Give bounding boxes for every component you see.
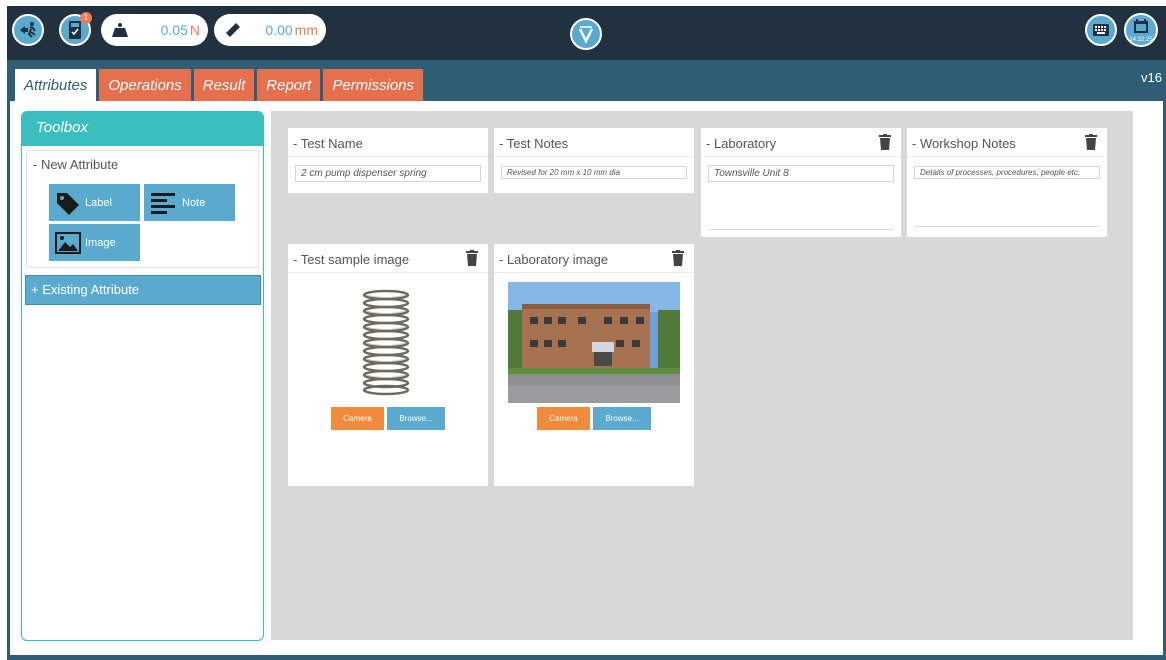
- laboratory-card: - Laboratory Townsville Unit 8: [701, 128, 901, 237]
- laboratory-input[interactable]: Townsville Unit 8: [708, 165, 894, 182]
- calendar-icon: [1134, 19, 1148, 33]
- image-icon: [55, 231, 81, 254]
- card-divider: [288, 156, 488, 157]
- add-label-text: Label: [85, 196, 112, 209]
- card-divider: [907, 156, 1107, 157]
- content-panel: Toolbox - New Attribute Label Note Image…: [10, 101, 1163, 655]
- tab-report[interactable]: Report: [257, 69, 321, 101]
- tab-attributes[interactable]: Attributes: [15, 69, 97, 101]
- device-button[interactable]: 1: [59, 12, 92, 46]
- calendar-button[interactable]: 14:32:25: [1124, 13, 1158, 47]
- tab-operations[interactable]: Operations: [99, 69, 191, 101]
- workshop-notes-input[interactable]: Details of processes, procedures, people…: [914, 166, 1100, 179]
- delete-laboratory-image-icon[interactable]: [672, 250, 684, 266]
- running-exit-icon: [20, 22, 36, 38]
- delete-workshop-notes-icon[interactable]: [1085, 134, 1097, 150]
- weight-icon: [109, 19, 131, 41]
- version-label: v16: [1141, 70, 1162, 85]
- test-name-title[interactable]: - Test Name: [293, 136, 363, 151]
- keyboard-icon: [1093, 24, 1109, 36]
- spring-image: [362, 289, 410, 396]
- tab-permissions[interactable]: Permissions: [323, 69, 423, 101]
- delete-test-sample-image-icon[interactable]: [466, 250, 478, 266]
- existing-attribute-toggle[interactable]: + Existing Attribute: [25, 275, 261, 305]
- exit-button[interactable]: [12, 14, 44, 46]
- top-bar: 1 0.05 N 0.00 mm 14:32:25: [7, 6, 1166, 60]
- test-name-card: - Test Name 2 cm pump dispenser spring: [288, 128, 488, 193]
- notification-badge: 1: [80, 12, 92, 24]
- logo-v-icon: [578, 26, 594, 44]
- new-attribute-section: - New Attribute Label Note Image: [26, 150, 259, 268]
- add-note-button[interactable]: Note: [144, 184, 235, 221]
- laboratory-image-card: - Laboratory image Camera Browse...: [494, 244, 694, 486]
- test-notes-title[interactable]: - Test Notes: [499, 136, 568, 151]
- device-check-icon: [69, 21, 81, 39]
- force-value: 0.05: [160, 22, 188, 38]
- workshop-notes-title[interactable]: - Workshop Notes: [912, 136, 1016, 151]
- test-notes-card: - Test Notes Revised for 20 mm x 10 mm d…: [494, 128, 694, 193]
- workshop-notes-card: - Workshop Notes Details of processes, p…: [907, 128, 1107, 237]
- note-lines-icon: [151, 192, 175, 214]
- test-notes-input[interactable]: Revised for 20 mm x 10 mm dia: [501, 166, 687, 179]
- add-label-button[interactable]: Label: [49, 184, 140, 221]
- add-image-button[interactable]: Image: [49, 224, 140, 261]
- card-divider: [701, 156, 901, 157]
- delete-laboratory-icon[interactable]: [879, 134, 891, 150]
- test-sample-image-title[interactable]: - Test sample image: [293, 252, 409, 267]
- laboratory-title[interactable]: - Laboratory: [706, 136, 776, 151]
- card-divider: [494, 272, 694, 273]
- add-image-text: Image: [85, 236, 116, 249]
- test-sample-image-card: - Test sample image Camera Browse...: [288, 244, 488, 486]
- camera-button[interactable]: Camera: [537, 407, 590, 430]
- tab-bar: Attributes Operations Result Report Perm…: [15, 69, 426, 101]
- laboratory-building-image: [508, 282, 680, 403]
- force-unit: N: [189, 22, 200, 38]
- card-divider: [494, 156, 694, 157]
- new-attribute-toggle[interactable]: - New Attribute: [33, 157, 118, 172]
- test-name-input[interactable]: 2 cm pump dispenser spring: [295, 165, 481, 182]
- extension-value: 0.00: [265, 22, 293, 38]
- toolbox-title: Toolbox: [22, 112, 263, 146]
- toolbox-panel: Toolbox - New Attribute Label Note Image…: [21, 111, 264, 641]
- camera-button[interactable]: Camera: [331, 407, 384, 430]
- tag-icon: [57, 192, 79, 215]
- add-note-text: Note: [182, 196, 206, 209]
- attribute-canvas: - Test Name 2 cm pump dispenser spring -…: [271, 111, 1133, 640]
- extension-unit: mm: [294, 22, 318, 38]
- browse-button[interactable]: Browse...: [593, 407, 651, 430]
- app-frame: 1 0.05 N 0.00 mm 14:32:25 Attributes Ope…: [7, 6, 1166, 660]
- laboratory-image-title[interactable]: - Laboratory image: [499, 252, 608, 267]
- card-bottom-line: [914, 226, 1100, 227]
- clock-time: 14:32:25: [1129, 37, 1153, 43]
- card-bottom-line: [708, 229, 894, 230]
- extension-readout: 0.00 mm: [214, 14, 326, 46]
- keyboard-button[interactable]: [1085, 14, 1117, 46]
- app-logo[interactable]: [570, 18, 602, 50]
- card-divider: [288, 272, 488, 273]
- force-readout: 0.05 N: [101, 14, 208, 46]
- tab-result[interactable]: Result: [193, 69, 255, 101]
- browse-button[interactable]: Browse...: [387, 407, 445, 430]
- ruler-icon: [222, 19, 244, 41]
